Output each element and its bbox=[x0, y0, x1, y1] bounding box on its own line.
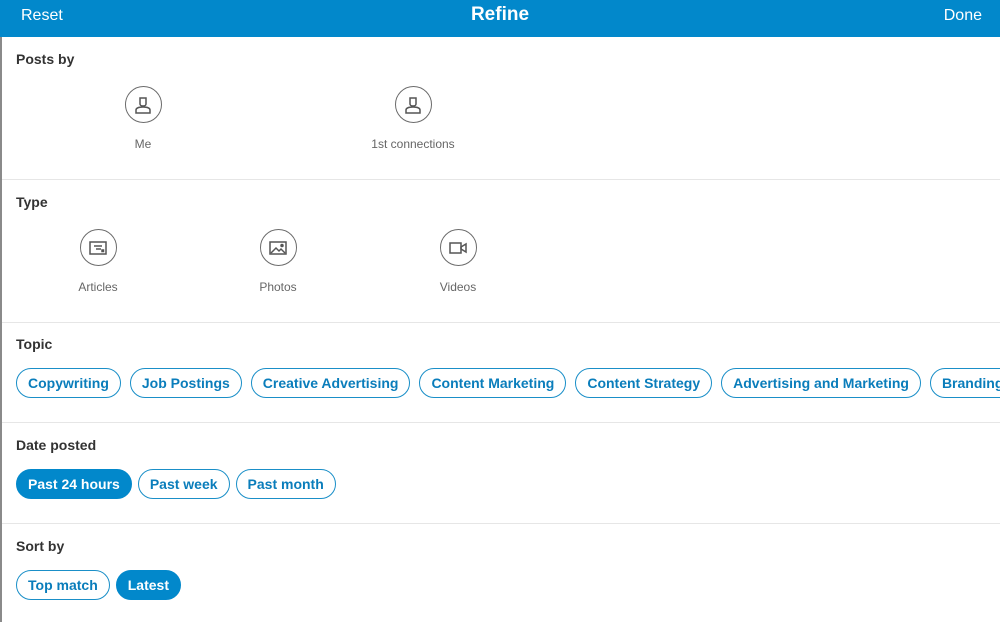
option-circle bbox=[259, 229, 297, 266]
header-bar: Reset Refine Done bbox=[0, 0, 1000, 37]
posts-by-me-option[interactable]: Me bbox=[83, 86, 203, 151]
sort-chip-list: Top match Latest bbox=[16, 570, 187, 600]
photo-icon bbox=[269, 240, 287, 255]
option-circle bbox=[394, 86, 432, 123]
date-chip-past-week[interactable]: Past week bbox=[137, 469, 230, 499]
topic-chip[interactable]: Content Strategy bbox=[575, 368, 713, 398]
section-title: Topic bbox=[16, 336, 53, 352]
topic-chip[interactable]: Copywriting bbox=[16, 368, 121, 398]
date-chip-list: Past 24 hours Past week Past month bbox=[16, 469, 342, 499]
option-circle bbox=[439, 229, 477, 266]
section-title: Date posted bbox=[16, 437, 97, 453]
article-icon bbox=[89, 240, 107, 255]
option-circle bbox=[124, 86, 162, 123]
video-icon bbox=[449, 241, 467, 254]
section-type: Type Articles Photos Videos bbox=[2, 180, 1000, 323]
person-icon bbox=[135, 96, 151, 114]
topic-chip-list: Copywriting Job Postings Creative Advertis… bbox=[16, 368, 1000, 398]
topic-chip[interactable]: Content Marketing bbox=[419, 368, 567, 398]
date-chip-past-24-hours[interactable]: Past 24 hours bbox=[16, 469, 132, 499]
type-videos-option[interactable]: Videos bbox=[398, 229, 518, 294]
section-title: Type bbox=[16, 194, 48, 210]
topic-chip[interactable]: Branding bbox=[929, 368, 1000, 398]
posts-by-connections-option[interactable]: 1st connections bbox=[353, 86, 473, 151]
option-circle bbox=[79, 229, 117, 266]
section-posts-by: Posts by Me 1st connections bbox=[2, 37, 1000, 180]
date-chip-past-month[interactable]: Past month bbox=[235, 469, 336, 499]
section-topic: Topic Copywriting Job Postings Creative Ad… bbox=[2, 323, 1000, 423]
sort-chip-top-match[interactable]: Top match bbox=[16, 570, 110, 600]
section-sort-by: Sort by Top match Latest bbox=[2, 524, 1000, 622]
type-articles-option[interactable]: Articles bbox=[38, 229, 158, 294]
option-label: 1st connections bbox=[371, 137, 455, 151]
sort-chip-latest[interactable]: Latest bbox=[115, 570, 181, 600]
type-photos-option[interactable]: Photos bbox=[218, 229, 338, 294]
section-title: Sort by bbox=[16, 538, 65, 554]
option-label: Articles bbox=[78, 280, 118, 294]
page-title: Refine bbox=[470, 4, 530, 25]
option-label: Me bbox=[134, 137, 152, 151]
section-title: Posts by bbox=[16, 51, 75, 67]
topic-chip[interactable]: Job Postings bbox=[129, 368, 242, 398]
option-label: Photos bbox=[259, 280, 297, 294]
topic-chip[interactable]: Advertising and Marketing bbox=[721, 368, 921, 398]
option-label: Videos bbox=[439, 280, 477, 294]
done-button[interactable]: Done bbox=[944, 7, 982, 25]
section-date-posted: Date posted Past 24 hours Past week Past m… bbox=[2, 423, 1000, 524]
topic-chip[interactable]: Creative Advertising bbox=[250, 368, 411, 398]
person-icon bbox=[405, 96, 421, 114]
